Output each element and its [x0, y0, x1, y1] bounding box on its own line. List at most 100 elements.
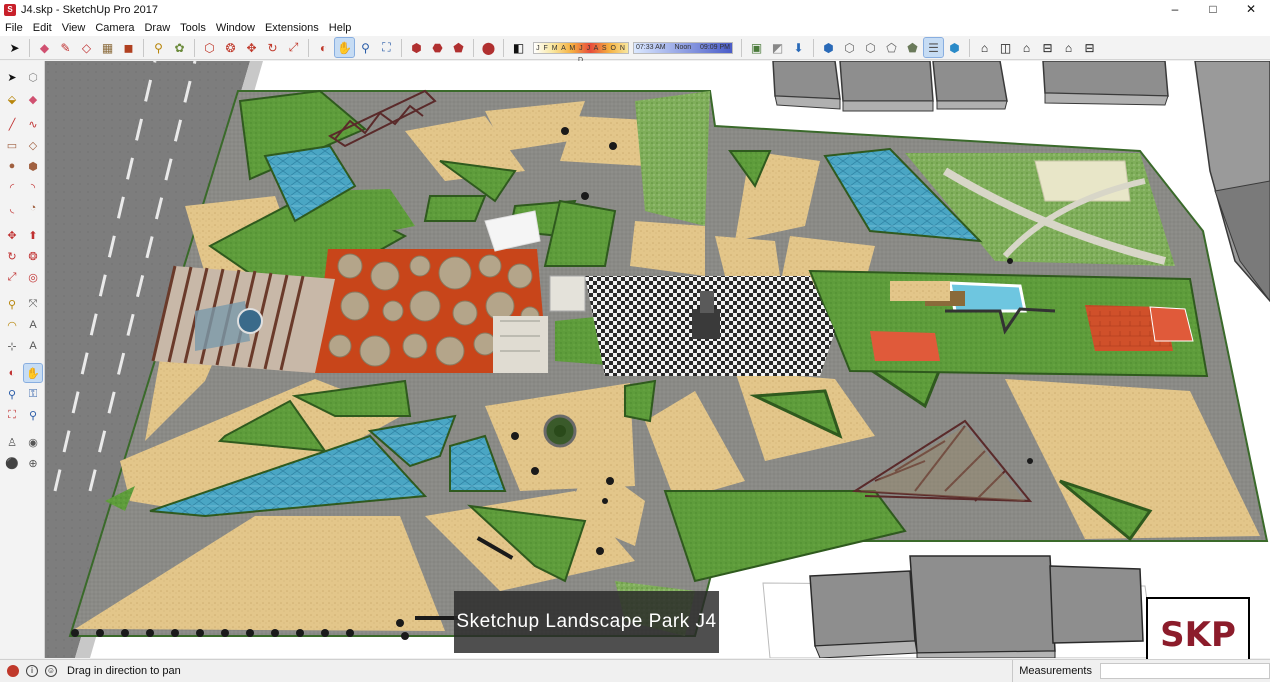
section-display-icon[interactable]: ◩ [768, 38, 787, 57]
menu-window[interactable]: Window [211, 22, 260, 34]
shadow-time-start: 07:33 AM [636, 44, 666, 51]
3d-text-icon[interactable]: A [24, 337, 42, 355]
wireframe-style-icon[interactable]: ⬡ [861, 38, 880, 57]
menu-bar: File Edit View Camera Draw Tools Window … [0, 19, 1270, 36]
follow-me-icon[interactable]: ❂ [24, 247, 42, 265]
iso-view-icon[interactable]: ⌂ [975, 38, 994, 57]
extension-warehouse-icon[interactable]: ⬟ [449, 38, 468, 57]
two-point-arc-icon[interactable]: ◝ [24, 178, 42, 196]
menu-tools[interactable]: Tools [175, 22, 211, 34]
pan-icon[interactable]: ✋ [23, 363, 43, 383]
model-info-icon[interactable]: ⬤ [479, 38, 498, 57]
circle-icon[interactable]: ● [3, 157, 21, 175]
scale-icon[interactable]: ⤢ [284, 38, 303, 57]
tape-measure-icon[interactable]: ⚲ [3, 295, 21, 313]
rotate-icon[interactable]: ↻ [263, 38, 282, 57]
zoom-extents-icon[interactable]: ⛶ [377, 38, 396, 57]
menu-extensions[interactable]: Extensions [260, 22, 324, 34]
push-pull-icon[interactable]: ◼ [119, 38, 138, 57]
move-icon[interactable]: ✥ [3, 226, 21, 244]
section-plane-icon[interactable]: ⊕ [24, 454, 42, 472]
menu-edit[interactable]: Edit [28, 22, 57, 34]
position-camera-icon[interactable]: ♙ [3, 433, 21, 451]
close-button[interactable]: ✕ [1232, 0, 1270, 19]
dimension-icon[interactable]: ⤧ [24, 295, 42, 313]
left-view-icon[interactable]: ⊟ [1080, 38, 1099, 57]
look-around-icon[interactable]: ◉ [24, 433, 42, 451]
right-view-icon[interactable]: ⊟ [1038, 38, 1057, 57]
paint-bucket-icon[interactable]: ▦ [98, 38, 117, 57]
monochrome-style-icon[interactable]: ⬢ [945, 38, 964, 57]
section-plane-icon[interactable]: ▣ [747, 38, 766, 57]
menu-help[interactable]: Help [324, 22, 357, 34]
maximize-button[interactable]: □ [1194, 0, 1232, 19]
model-viewport[interactable] [45, 61, 1270, 658]
three-point-arc-icon[interactable]: ◟ [3, 199, 21, 217]
make-component-icon[interactable]: ⬡ [24, 68, 42, 86]
arc-icon[interactable]: ◜ [3, 178, 21, 196]
top-view-icon[interactable]: ◫ [996, 38, 1015, 57]
section-cut-icon[interactable]: ⬇ [789, 38, 808, 57]
shadow-time-slider[interactable]: 07:33 AM Noon 09:09 PM [633, 41, 733, 54]
zoom-icon[interactable]: ⚲ [3, 385, 21, 403]
rotate-icon[interactable]: ↻ [3, 247, 21, 265]
offset-icon[interactable]: ⬡ [200, 38, 219, 57]
orbit-icon[interactable]: ◐ [314, 38, 333, 57]
previous-view-icon[interactable]: ⚲ [24, 406, 42, 424]
zoom-icon[interactable]: ⚲ [356, 38, 375, 57]
back-view-icon[interactable]: ⌂ [1059, 38, 1078, 57]
text-icon[interactable]: A [24, 316, 42, 334]
xray-style-icon[interactable]: ⬢ [819, 38, 838, 57]
front-view-icon[interactable]: ⌂ [1017, 38, 1036, 57]
components-icon[interactable]: ⬣ [428, 38, 447, 57]
orbit-icon[interactable]: ◐ [3, 364, 21, 382]
tape-measure-icon[interactable]: ⚲ [149, 38, 168, 57]
pan-icon[interactable]: ✋ [334, 37, 355, 58]
shadow-time-mid: Noon [674, 44, 692, 51]
shadows-toggle-icon[interactable]: ◧ [509, 38, 528, 57]
pencil-icon[interactable]: ✎ [56, 38, 75, 57]
measurements-input[interactable] [1100, 663, 1270, 679]
eraser-icon[interactable]: ◆ [35, 38, 54, 57]
measurements-box: Measurements [1012, 660, 1270, 682]
menu-draw[interactable]: Draw [139, 22, 175, 34]
menu-file[interactable]: File [0, 22, 28, 34]
line-icon[interactable]: ╱ [3, 115, 21, 133]
shadow-month-slider[interactable]: J F M A M J J A S O N D [533, 41, 629, 64]
hidden-line-style-icon[interactable]: ⬠ [882, 38, 901, 57]
user-account-icon[interactable]: ☺ [45, 664, 57, 677]
offset-icon[interactable]: ◎ [24, 268, 42, 286]
pie-icon[interactable]: ◔ [24, 199, 42, 217]
menu-camera[interactable]: Camera [90, 22, 139, 34]
rectangle-icon[interactable]: ▭ [3, 136, 21, 154]
move-icon[interactable]: ✥ [242, 38, 261, 57]
freehand-icon[interactable]: ∿ [24, 115, 42, 133]
select-tool-icon[interactable]: ➤ [5, 38, 24, 57]
minimize-button[interactable]: – [1156, 0, 1194, 19]
zoom-extents-icon[interactable]: ⛶ [3, 406, 21, 424]
status-hint: Drag in direction to pan [67, 664, 181, 677]
axes-icon[interactable]: ⊹ [3, 337, 21, 355]
rotated-rectangle-icon[interactable]: ◇ [24, 136, 42, 154]
paint-bucket-icon[interactable]: ⬙ [3, 90, 21, 108]
paint-icon[interactable]: ✿ [170, 38, 189, 57]
zoom-window-icon[interactable]: ⚿ [24, 385, 42, 403]
walk-icon[interactable]: ⚫ [3, 454, 21, 472]
back-edges-style-icon[interactable]: ⬡ [840, 38, 859, 57]
landscape-park-model[interactable] [45, 61, 1270, 658]
warehouse-icon[interactable]: ⬢ [407, 38, 426, 57]
shaded-style-icon[interactable]: ⬟ [903, 38, 922, 57]
menu-view[interactable]: View [57, 22, 91, 34]
eraser-icon[interactable]: ◆ [24, 90, 42, 108]
shaded-textures-style-icon[interactable]: ☰ [923, 37, 944, 58]
shapes-icon[interactable]: ◇ [77, 38, 96, 57]
geo-location-icon[interactable] [7, 664, 19, 677]
protractor-icon[interactable]: ◠ [3, 316, 21, 334]
select-icon[interactable]: ➤ [3, 68, 21, 86]
follow-me-icon[interactable]: ❂ [221, 38, 240, 57]
scale-icon[interactable]: ⤢ [3, 268, 21, 286]
credits-icon[interactable]: i [26, 664, 38, 677]
title-bar: S J4.skp - SketchUp Pro 2017 – □ ✕ [0, 0, 1270, 19]
polygon-icon[interactable]: ⬢ [24, 157, 42, 175]
push-pull-icon[interactable]: ⬆ [24, 226, 42, 244]
